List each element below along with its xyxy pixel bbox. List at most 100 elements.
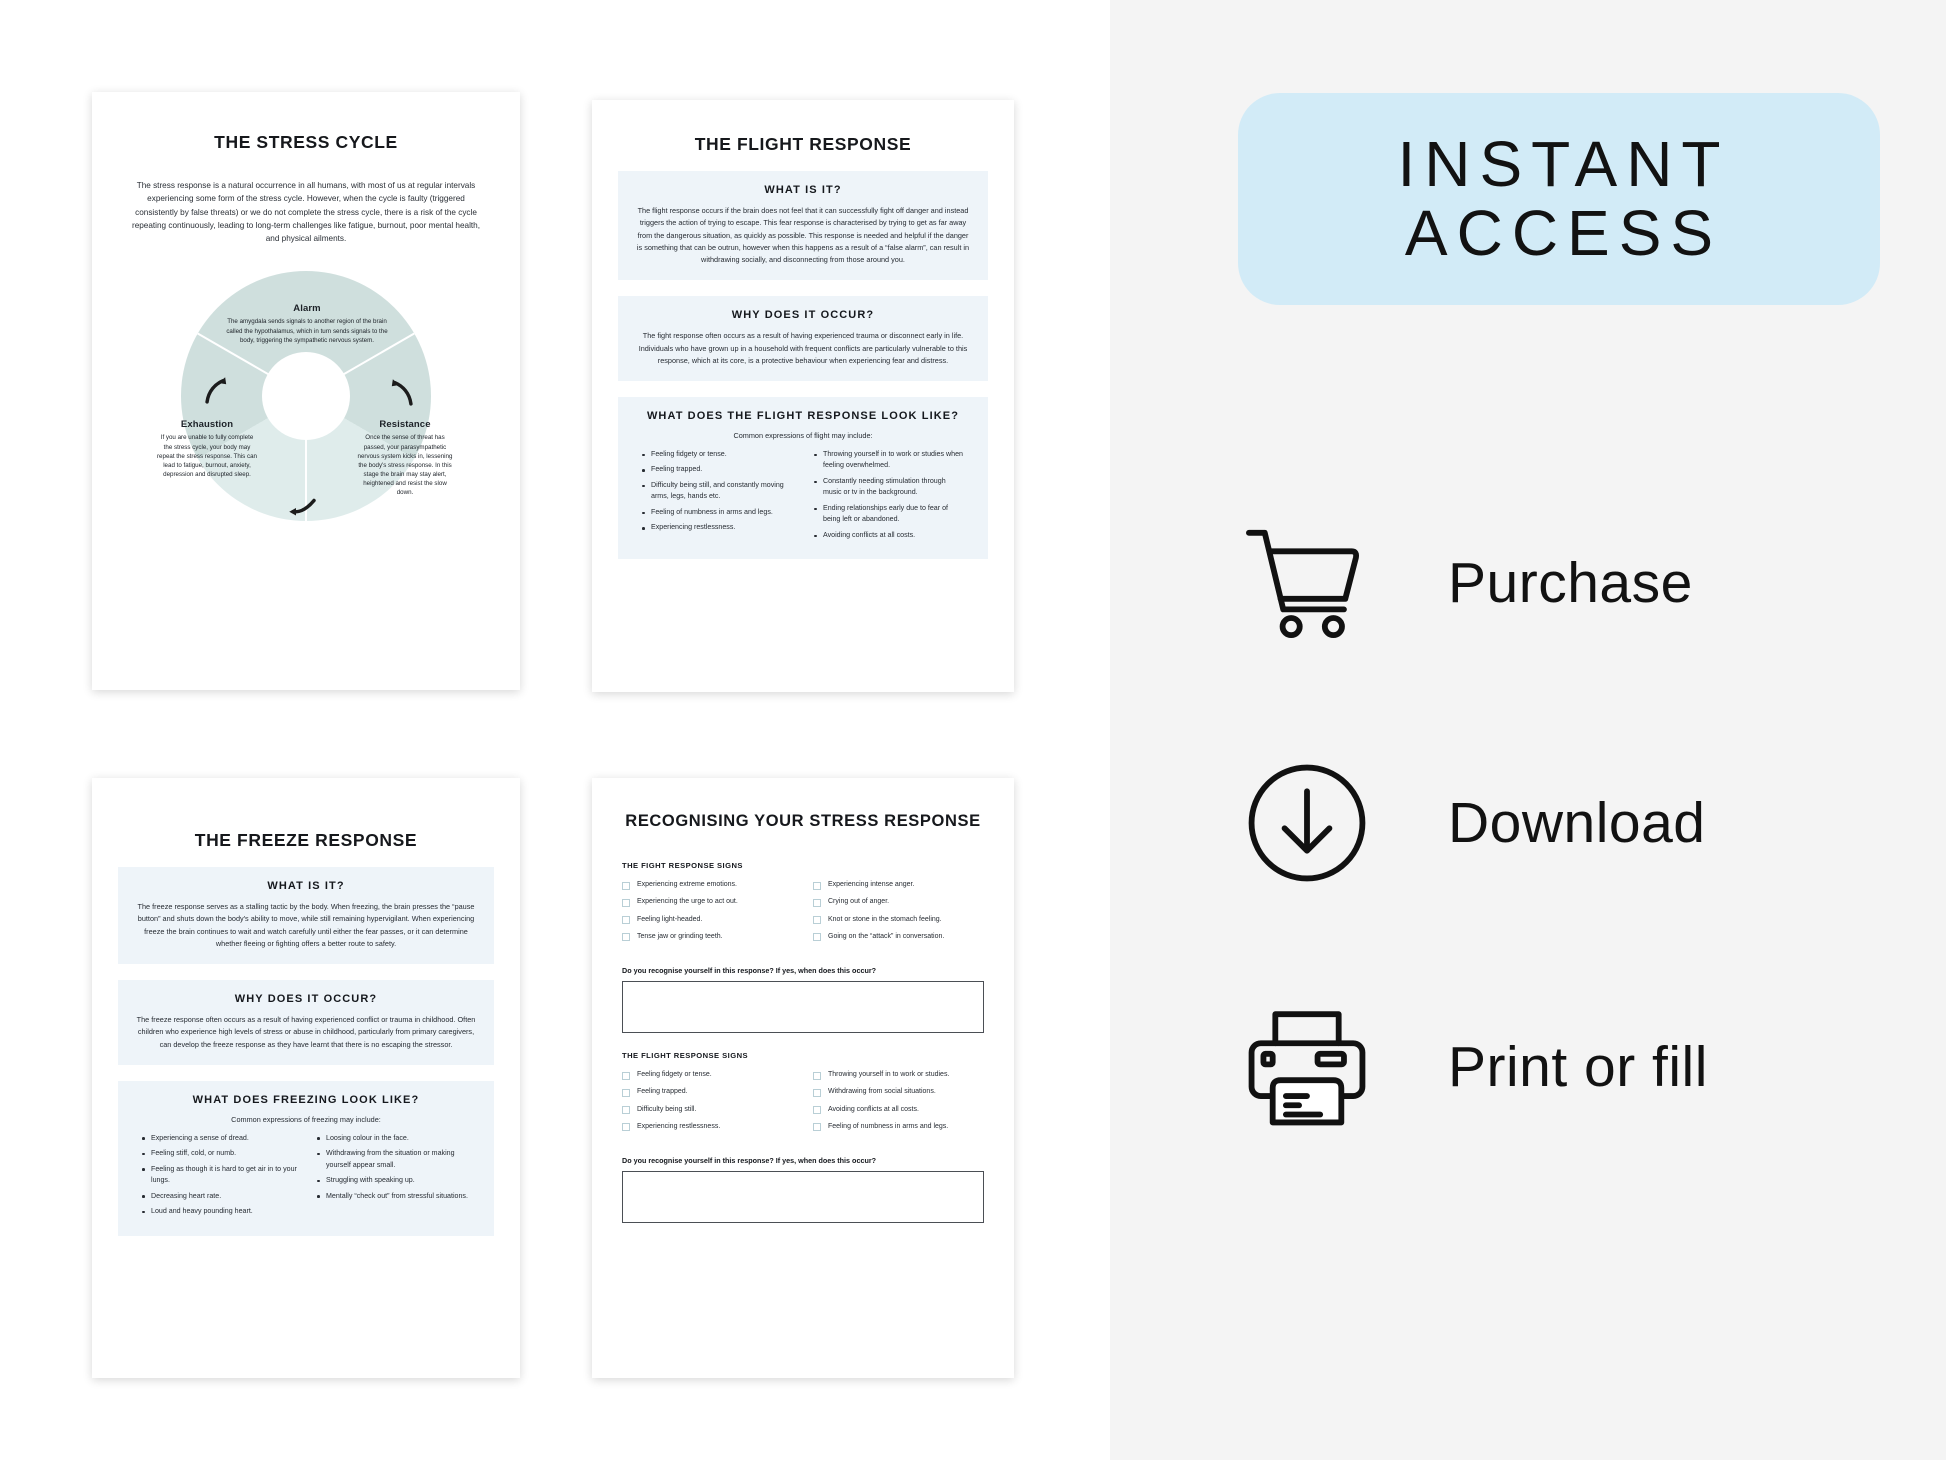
checkbox-label: Tense jaw or grinding teeth. xyxy=(637,932,723,940)
checkbox[interactable] xyxy=(813,1123,821,1132)
worksheet-checkbox-row[interactable]: Difficulty being still. xyxy=(622,1106,793,1115)
feature-label: Print or fill xyxy=(1448,1035,1708,1099)
info-card-what-is-it: WHAT IS IT? The flight response occurs i… xyxy=(618,171,988,281)
product-preview-gallery: THE STRESS CYCLE The stress response is … xyxy=(0,0,1110,1460)
segment-title: Resistance xyxy=(379,419,431,431)
checkbox[interactable] xyxy=(813,881,821,890)
banner-line-1: INSTANT xyxy=(1397,127,1730,200)
list-item: Loud and heavy pounding heart. xyxy=(140,1206,297,1217)
cycle-arrow-icon xyxy=(205,377,227,404)
cycle-arrow-icon xyxy=(391,379,413,406)
checkbox[interactable] xyxy=(622,1071,630,1080)
page-title: THE FREEZE RESPONSE xyxy=(194,830,418,850)
checkbox[interactable] xyxy=(813,1106,821,1114)
card-title: WHAT IS IT? xyxy=(764,184,842,196)
worksheet-checkbox-row[interactable]: Feeling of numbness in arms and legs. xyxy=(813,1123,984,1132)
checkbox-label: Feeling light-headed. xyxy=(637,915,703,923)
worksheet-checkbox-row[interactable]: Feeling light-headed. xyxy=(622,916,793,925)
segment-text: Once the sense of threat has passed, you… xyxy=(357,434,453,497)
worksheet-checkbox-column: Experiencing extreme emotions. Experienci… xyxy=(622,881,793,950)
worksheet-checkbox-column: Throwing yourself in to work or studies.… xyxy=(813,1071,984,1140)
checkbox-label: Going on the “attack” in conversation. xyxy=(828,932,945,940)
worksheet-checkbox-row[interactable]: Going on the “attack” in conversation. xyxy=(813,933,984,942)
checkbox-label: Feeling of numbness in arms and legs. xyxy=(828,1122,949,1130)
card-body: The freeze response serves as a stalling… xyxy=(137,902,475,948)
worksheet-checkbox-row[interactable]: Experiencing intense anger. xyxy=(813,881,984,890)
checkbox-label: Crying out of anger. xyxy=(828,898,890,906)
checkbox[interactable] xyxy=(813,916,821,924)
segment-text: If you are unable to fully complete the … xyxy=(157,434,257,479)
worksheet-checkbox-row[interactable]: Experiencing extreme emotions. xyxy=(622,881,793,890)
preview-page-worksheet[interactable]: RECOGNISING YOUR STRESS RESPONSE THE FIG… xyxy=(592,778,1014,1378)
worksheet-sections: THE FIGHT RESPONSE SIGNS Experiencing ext… xyxy=(592,861,1014,1223)
list-item: Experiencing restlessness. xyxy=(640,522,794,533)
list-item: Struggling with speaking up. xyxy=(315,1175,472,1186)
worksheet-answer-field[interactable] xyxy=(622,1171,984,1223)
info-card-signs: WHAT DOES THE FLIGHT RESPONSE LOOK LIKE?… xyxy=(618,397,988,560)
checkbox-label: Feeling trapped. xyxy=(637,1088,688,1096)
checkbox[interactable] xyxy=(813,933,821,942)
card-subtitle: Common expressions of flight may include… xyxy=(733,431,873,440)
signs-list-left: Feeling fidgety or tense. Feeling trapped… xyxy=(640,449,794,545)
list-item: Experiencing a sense of dread. xyxy=(140,1133,297,1144)
info-card-what-is-it: WHAT IS IT? The freeze response serves a… xyxy=(118,867,494,964)
worksheet-answer-field[interactable] xyxy=(622,981,984,1033)
list-item: Avoiding conflicts at all costs. xyxy=(812,530,966,541)
list-item: Feeling of numbness in arms and legs. xyxy=(640,507,794,518)
worksheet-checkbox-column: Experiencing intense anger. Crying out of… xyxy=(813,881,984,950)
stress-cycle-diagram: Alarm The amygdala sends signals to anot… xyxy=(139,271,473,561)
checkbox[interactable] xyxy=(622,933,630,942)
preview-page-flight-response[interactable]: THE FLIGHT RESPONSE WHAT IS IT? The flig… xyxy=(592,100,1014,692)
worksheet-section-heading: THE FLIGHT RESPONSE SIGNS xyxy=(622,1051,749,1060)
checkbox[interactable] xyxy=(622,898,630,907)
info-card-why-does-it-occur: WHY DOES IT OCCUR? The fight response of… xyxy=(618,296,988,381)
card-subtitle: Common expressions of freezing may inclu… xyxy=(231,1114,381,1124)
list-item: Decreasing heart rate. xyxy=(140,1191,297,1202)
printer-icon xyxy=(1232,992,1382,1142)
card-title: WHAT DOES FREEZING LOOK LIKE? xyxy=(192,1093,420,1106)
worksheet-checkbox-row[interactable]: Knot or stone in the stomach feeling. xyxy=(813,916,984,925)
card-body: The flight response occurs if the brain … xyxy=(636,206,970,264)
feature-label: Download xyxy=(1448,791,1706,855)
checkbox[interactable] xyxy=(622,881,630,890)
checkbox[interactable] xyxy=(622,1088,630,1097)
worksheet-checkbox-row[interactable]: Feeling fidgety or tense. xyxy=(622,1071,793,1080)
checkbox[interactable] xyxy=(813,898,821,907)
list-item: Feeling trapped. xyxy=(640,464,794,475)
page-title: THE STRESS CYCLE xyxy=(214,132,398,152)
worksheet-checkbox-row[interactable]: Feeling trapped. xyxy=(622,1088,793,1097)
worksheet-checkbox-row[interactable]: Experiencing restlessness. xyxy=(622,1123,793,1132)
checkbox-label: Experiencing the urge to act out. xyxy=(637,898,738,906)
preview-page-freeze-response[interactable]: THE FREEZE RESPONSE WHAT IS IT? The free… xyxy=(92,778,520,1378)
feature-download: Download xyxy=(1232,748,1932,898)
list-item: Loosing colour in the face. xyxy=(315,1133,472,1144)
list-item: Throwing yourself in to work or studies … xyxy=(812,449,966,472)
checkbox-label: Avoiding conflicts at all costs. xyxy=(828,1105,919,1113)
preview-page-stress-cycle[interactable]: THE STRESS CYCLE The stress response is … xyxy=(92,92,520,690)
worksheet-checkbox-row[interactable]: Experiencing the urge to act out. xyxy=(622,898,793,907)
worksheet-checkbox-row[interactable]: Avoiding conflicts at all costs. xyxy=(813,1106,984,1115)
info-card-why-does-it-occur: WHY DOES IT OCCUR? The freeze response o… xyxy=(118,980,494,1065)
card-title: WHAT DOES THE FLIGHT RESPONSE LOOK LIKE? xyxy=(646,410,960,422)
worksheet-checkbox-row[interactable]: Withdrawing from social situations. xyxy=(813,1088,984,1097)
segment-title: Alarm xyxy=(293,303,321,315)
worksheet-checkbox-row[interactable]: Tense jaw or grinding teeth. xyxy=(622,933,793,942)
checkbox[interactable] xyxy=(813,1088,821,1097)
cycle-segment-exhaustion: Exhaustion If you are unable to fully co… xyxy=(157,419,257,479)
checkbox[interactable] xyxy=(622,1123,630,1132)
list-item: Feeling stiff, cold, or numb. xyxy=(140,1148,297,1159)
list-item: Feeling as though it is hard to get air … xyxy=(140,1164,297,1187)
worksheet-checkbox-row[interactable]: Throwing yourself in to work or studies. xyxy=(813,1071,984,1080)
worksheet-checkbox-row[interactable]: Crying out of anger. xyxy=(813,898,984,907)
checkbox-label: Experiencing restlessness. xyxy=(637,1122,721,1130)
page-title: THE FLIGHT RESPONSE xyxy=(694,134,912,154)
segment-text: The amygdala sends signals to another re… xyxy=(226,318,388,344)
cycle-segment-resistance: Resistance Once the sense of threat has … xyxy=(355,419,455,497)
banner-line-2: ACCESS xyxy=(1404,197,1723,269)
checkbox[interactable] xyxy=(813,1071,821,1080)
card-title: WHAT IS IT? xyxy=(267,880,345,892)
feature-print: Print or fill xyxy=(1232,992,1932,1142)
checkbox[interactable] xyxy=(622,1106,630,1114)
checkbox[interactable] xyxy=(622,916,630,924)
checkbox-label: Experiencing extreme emotions. xyxy=(637,881,737,888)
